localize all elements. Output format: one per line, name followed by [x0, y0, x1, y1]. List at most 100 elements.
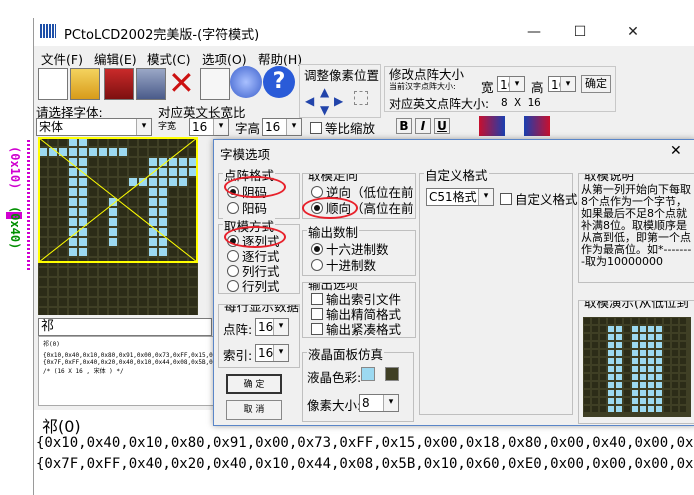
- grid-cell[interactable]: [79, 158, 87, 166]
- grid-cell[interactable]: [149, 148, 157, 156]
- grid-cell[interactable]: [169, 218, 177, 226]
- grid-cell[interactable]: [39, 288, 47, 296]
- grid-cell[interactable]: [159, 168, 167, 176]
- grid-cell[interactable]: [59, 168, 67, 176]
- move-right-icon[interactable]: ▶: [334, 94, 343, 108]
- grid-cell[interactable]: [49, 158, 57, 166]
- grid-cell[interactable]: [89, 248, 97, 256]
- grid-cell[interactable]: [139, 228, 147, 236]
- grid-cell[interactable]: [59, 198, 67, 206]
- grid-cell[interactable]: [89, 158, 97, 166]
- grid-cell[interactable]: [59, 218, 67, 226]
- menu-edit[interactable]: 编辑(E): [94, 49, 137, 68]
- radio-positive[interactable]: 阳码: [227, 198, 267, 217]
- grid-cell[interactable]: [119, 178, 127, 186]
- grid-cell[interactable]: [69, 268, 77, 276]
- grid-cell[interactable]: [129, 148, 137, 156]
- rotate-icon[interactable]: [479, 116, 505, 136]
- grid-cell[interactable]: [109, 238, 117, 246]
- grid-cell[interactable]: [79, 288, 87, 296]
- grid-cell[interactable]: [159, 248, 167, 256]
- grid-cell[interactable]: [49, 218, 57, 226]
- grid-cell[interactable]: [89, 188, 97, 196]
- grid-cell[interactable]: [179, 158, 187, 166]
- grid-cell[interactable]: [99, 158, 107, 166]
- grid-cell[interactable]: [69, 208, 77, 216]
- grid-cell[interactable]: [99, 168, 107, 176]
- grid-cell[interactable]: [49, 188, 57, 196]
- flip-icon[interactable]: [524, 116, 550, 136]
- grid-cell[interactable]: [89, 298, 97, 306]
- grid-cell[interactable]: [189, 158, 197, 166]
- grid-cell[interactable]: [149, 158, 157, 166]
- maximize-button[interactable]: ☐: [557, 18, 603, 46]
- open-folder-icon[interactable]: [70, 68, 100, 100]
- grid-cell[interactable]: [169, 298, 177, 306]
- grid-cell[interactable]: [89, 228, 97, 236]
- menu-options[interactable]: 选项(O): [202, 49, 247, 68]
- grid-cell[interactable]: [69, 238, 77, 246]
- grid-cell[interactable]: [149, 138, 157, 146]
- grid-cell[interactable]: [129, 238, 137, 246]
- grid-cell[interactable]: [89, 208, 97, 216]
- grid-cell[interactable]: [179, 218, 187, 226]
- grid-cell[interactable]: [99, 268, 107, 276]
- grid-cell[interactable]: [109, 188, 117, 196]
- grid-cell[interactable]: [139, 198, 147, 206]
- radio-decimal[interactable]: 十进制数: [311, 255, 376, 274]
- grid-cell[interactable]: [149, 278, 157, 286]
- grid-cell[interactable]: [99, 218, 107, 226]
- new-file-icon[interactable]: [38, 68, 68, 100]
- grid-cell[interactable]: [149, 178, 157, 186]
- grid-cell[interactable]: [79, 238, 87, 246]
- grid-cell[interactable]: [189, 308, 197, 316]
- grid-cell[interactable]: [39, 238, 47, 246]
- radio-row-column[interactable]: 行列式: [227, 276, 280, 295]
- grid-cell[interactable]: [39, 178, 47, 186]
- grid-cell[interactable]: [89, 308, 97, 316]
- grid-cell[interactable]: [39, 148, 47, 156]
- grid-cell[interactable]: [189, 238, 197, 246]
- height-select[interactable]: 16 ▾: [548, 76, 576, 92]
- grid-cell[interactable]: [179, 238, 187, 246]
- grid-cell[interactable]: [109, 228, 117, 236]
- grid-cell[interactable]: [69, 218, 77, 226]
- grid-cell[interactable]: [69, 308, 77, 316]
- grid-cell[interactable]: [89, 238, 97, 246]
- grid-cell[interactable]: [119, 228, 127, 236]
- grid-cell[interactable]: [79, 308, 87, 316]
- grid-cell[interactable]: [159, 148, 167, 156]
- grid-cell[interactable]: [129, 158, 137, 166]
- grid-cell[interactable]: [109, 148, 117, 156]
- grid-cell[interactable]: [99, 298, 107, 306]
- lcd-color-swatch-bg[interactable]: [385, 367, 399, 381]
- grid-cell[interactable]: [39, 188, 47, 196]
- grid-cell[interactable]: [169, 228, 177, 236]
- grid-cell[interactable]: [109, 208, 117, 216]
- grid-cell[interactable]: [169, 168, 177, 176]
- ok-button[interactable]: 确 定: [226, 374, 282, 394]
- grid-cell[interactable]: [119, 298, 127, 306]
- grid-cell[interactable]: [99, 238, 107, 246]
- grid-cell[interactable]: [99, 278, 107, 286]
- grid-cell[interactable]: [89, 288, 97, 296]
- grid-cell[interactable]: [159, 218, 167, 226]
- grid-cell[interactable]: [119, 308, 127, 316]
- width-select[interactable]: 16 ▾: [497, 76, 525, 92]
- grid-cell[interactable]: [89, 268, 97, 276]
- grid-cell[interactable]: [159, 198, 167, 206]
- grid-cell[interactable]: [99, 148, 107, 156]
- grid-cell[interactable]: [189, 278, 197, 286]
- grid-cell[interactable]: [79, 248, 87, 256]
- grid-cell[interactable]: [109, 298, 117, 306]
- grid-cell[interactable]: [189, 148, 197, 156]
- grid-cell[interactable]: [59, 178, 67, 186]
- grid-cell[interactable]: [139, 278, 147, 286]
- grid-cell[interactable]: [139, 238, 147, 246]
- dialog-close-button[interactable]: ✕: [670, 143, 682, 159]
- grid-cell[interactable]: [49, 198, 57, 206]
- delete-icon[interactable]: ✕: [168, 66, 195, 100]
- grid-cell[interactable]: [109, 278, 117, 286]
- grid-cell[interactable]: [119, 138, 127, 146]
- grid-cell[interactable]: [119, 278, 127, 286]
